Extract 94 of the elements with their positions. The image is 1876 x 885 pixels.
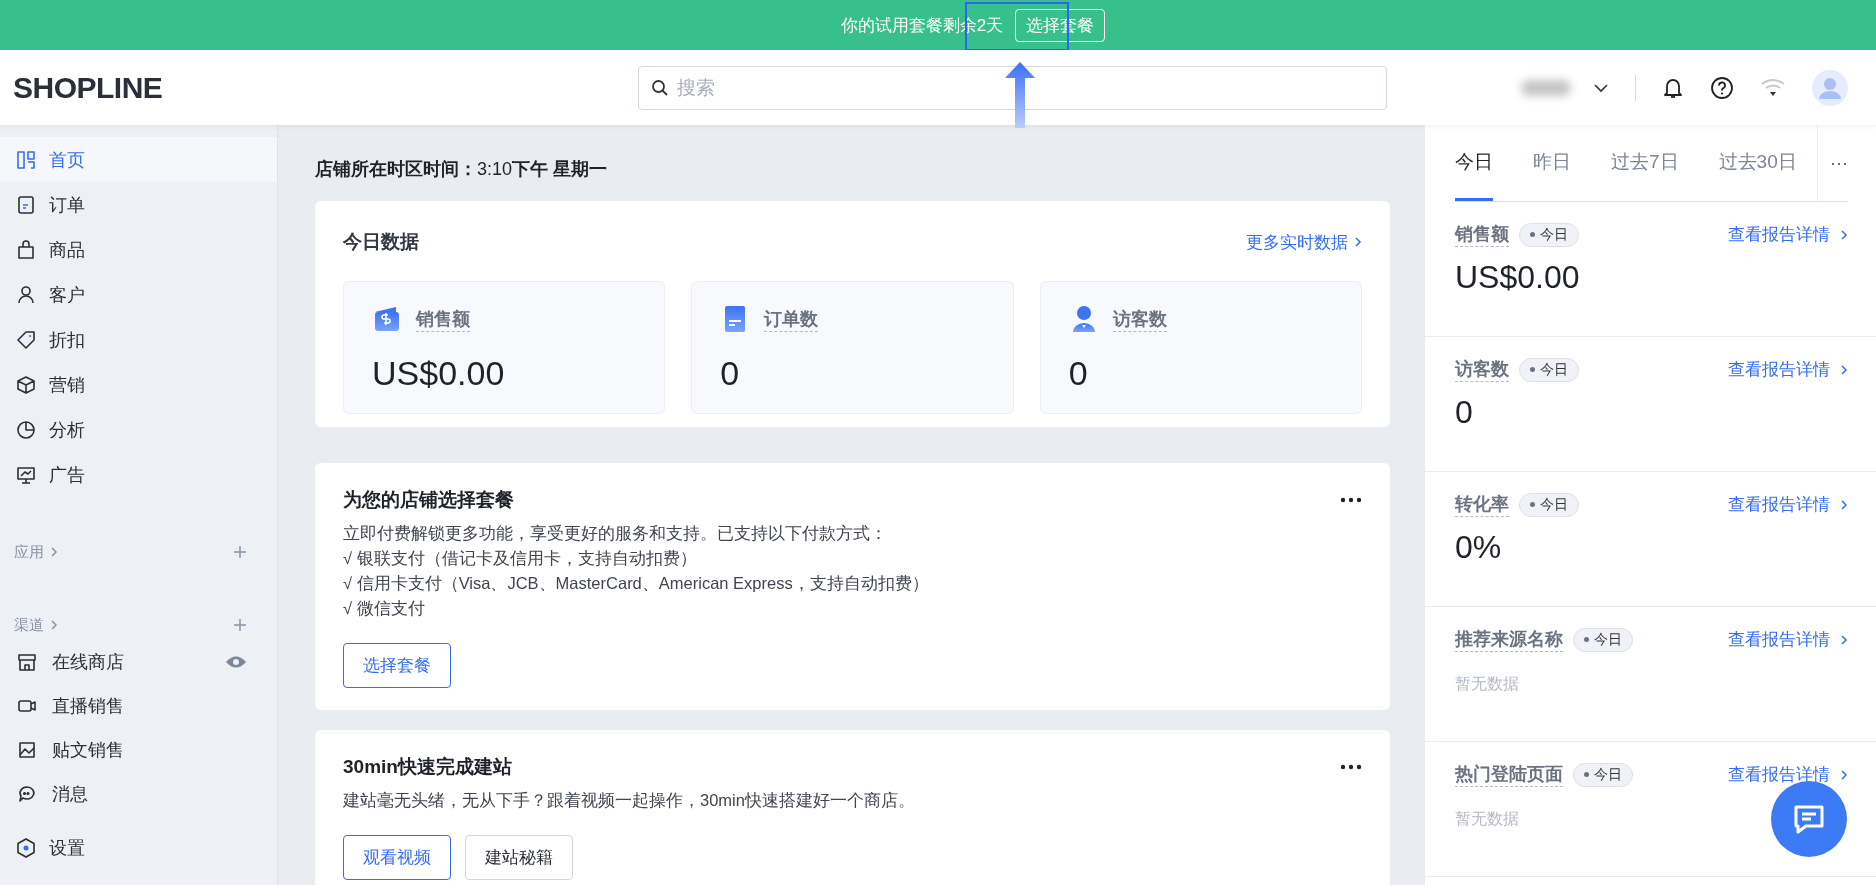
home-icon xyxy=(16,149,36,170)
period-tab[interactable]: 过去30日 xyxy=(1718,125,1797,201)
card-title: 为您的店铺选择套餐 xyxy=(343,488,514,512)
sidebar-item[interactable]: 直播销售 xyxy=(0,684,277,728)
chevron-right-icon xyxy=(1840,633,1848,646)
metric-label[interactable]: 订单数 xyxy=(764,306,819,332)
metric-value: 0 xyxy=(1068,354,1089,393)
card-title: 今日数据 xyxy=(343,230,419,254)
chevron-right-icon xyxy=(1840,768,1848,781)
card-button[interactable]: 建站秘籍 xyxy=(465,835,573,880)
chat-icon xyxy=(17,784,37,804)
card-text: √ 信用卡支付（Visa、JCB、MasterCard、American Express，支持自动扣费） xyxy=(343,573,930,594)
chevron-down-icon[interactable] xyxy=(1593,82,1609,93)
search-field[interactable]: 搜索 xyxy=(638,65,1387,110)
shopline-logo[interactable]: SHOPLINE xyxy=(13,70,163,104)
report-link[interactable]: 查看报告详情 xyxy=(1728,628,1848,651)
sidebar-item[interactable]: 消息 xyxy=(0,772,277,816)
more-tabs-button[interactable]: ··· xyxy=(1817,125,1848,201)
annotation-arrow xyxy=(1005,62,1035,128)
stat-value: 0% xyxy=(1455,529,1502,566)
chevron-right-icon xyxy=(1840,498,1848,511)
report-link[interactable]: 查看报告详情 xyxy=(1728,493,1848,516)
ad-icon xyxy=(16,464,36,485)
section-toggle[interactable]: 应用 xyxy=(14,542,44,562)
period-badge: 今日 xyxy=(1573,762,1633,787)
sidebar-item[interactable]: 分析 xyxy=(0,407,277,452)
period-tab[interactable]: 今日 xyxy=(1455,125,1493,201)
card-text: √ 银联支付（借记卡及信用卡，支持自动扣费） xyxy=(343,548,698,569)
help-icon[interactable] xyxy=(1710,75,1734,100)
stat-label[interactable]: 销售额 xyxy=(1455,222,1509,247)
sidebar-item[interactable]: 营销 xyxy=(0,362,277,407)
blurred-account-name xyxy=(1521,79,1571,96)
stat-label[interactable]: 热门登陆页面 xyxy=(1455,762,1563,787)
store-time: 店铺所在时区时间：3:10下午 星期一 xyxy=(315,158,609,181)
chat-icon xyxy=(1792,803,1826,835)
eye-icon[interactable] xyxy=(225,655,247,669)
metric-value: US$0.00 xyxy=(372,354,506,393)
metric-label[interactable]: 访客数 xyxy=(1112,306,1167,332)
search-icon xyxy=(651,78,669,97)
period-tab[interactable]: 过去7日 xyxy=(1611,125,1679,201)
more-data-link[interactable]: 更多实时数据 xyxy=(1246,230,1362,254)
card-text: 立即付费解锁更多功能，享受更好的服务和支持。已支持以下付款方式： xyxy=(343,523,888,544)
sidebar-item[interactable]: 在线商店 xyxy=(0,640,277,684)
card-text: √ 微信支付 xyxy=(343,598,426,619)
add-icon[interactable] xyxy=(233,618,247,632)
add-icon[interactable] xyxy=(233,545,247,559)
order-icon xyxy=(16,194,36,215)
sidebar-item[interactable]: 折扣 xyxy=(0,317,277,362)
report-link[interactable]: 查看报告详情 xyxy=(1728,358,1848,381)
period-badge: 今日 xyxy=(1519,222,1579,247)
sidebar-item[interactable]: 广告 xyxy=(0,452,277,497)
report-link[interactable]: 查看报告详情 xyxy=(1728,763,1848,786)
user-icon xyxy=(16,284,36,305)
bag-icon xyxy=(16,239,36,260)
settings-item[interactable]: 设置 xyxy=(0,825,277,870)
more-icon[interactable] xyxy=(1340,497,1362,503)
stat-label[interactable]: 推荐来源名称 xyxy=(1455,627,1563,652)
card-title: 30min快速完成建站 xyxy=(343,755,512,779)
card-button[interactable]: 观看视频 xyxy=(343,835,451,880)
sidebar-item[interactable]: 首页 xyxy=(0,137,277,182)
chevron-right-icon[interactable] xyxy=(50,619,58,631)
chevron-right-icon[interactable] xyxy=(50,546,58,558)
sidebar-item[interactable]: 贴文销售 xyxy=(0,728,277,772)
wallet-icon xyxy=(372,304,402,334)
period-badge: 今日 xyxy=(1519,357,1579,382)
stat-value: US$0.00 xyxy=(1455,259,1580,296)
store-icon xyxy=(17,652,37,672)
stat-value: 0 xyxy=(1455,394,1473,431)
card-button[interactable]: 选择套餐 xyxy=(343,643,451,688)
card-text: 建站毫无头绪，无从下手？跟着视频一起操作，30min快速搭建好一个商店。 xyxy=(343,790,916,811)
chevron-right-icon xyxy=(1840,228,1848,241)
sidebar-item[interactable]: 商品 xyxy=(0,227,277,272)
section-toggle[interactable]: 渠道 xyxy=(14,615,44,635)
box-icon xyxy=(16,374,36,395)
no-data-text: 暂无数据 xyxy=(1455,674,1519,694)
tag-icon xyxy=(16,329,36,350)
period-badge: 今日 xyxy=(1519,492,1579,517)
no-data-text: 暂无数据 xyxy=(1455,809,1519,829)
chevron-right-icon xyxy=(1840,363,1848,376)
period-badge: 今日 xyxy=(1573,627,1633,652)
more-icon[interactable] xyxy=(1340,764,1362,770)
image-icon xyxy=(17,740,37,760)
stat-label[interactable]: 转化率 xyxy=(1455,492,1509,517)
metric-label[interactable]: 销售额 xyxy=(416,306,470,332)
period-tab[interactable]: 昨日 xyxy=(1533,125,1571,201)
sidebar-item[interactable]: 订单 xyxy=(0,182,277,227)
settings-icon xyxy=(16,837,36,858)
stat-label[interactable]: 访客数 xyxy=(1455,357,1509,382)
chevron-right-icon xyxy=(1354,236,1362,248)
sidebar-item[interactable]: 客户 xyxy=(0,272,277,317)
pie-icon xyxy=(16,419,36,440)
report-link[interactable]: 查看报告详情 xyxy=(1728,223,1848,246)
wifi-icon[interactable] xyxy=(1760,77,1786,98)
metric-value: 0 xyxy=(720,354,741,393)
